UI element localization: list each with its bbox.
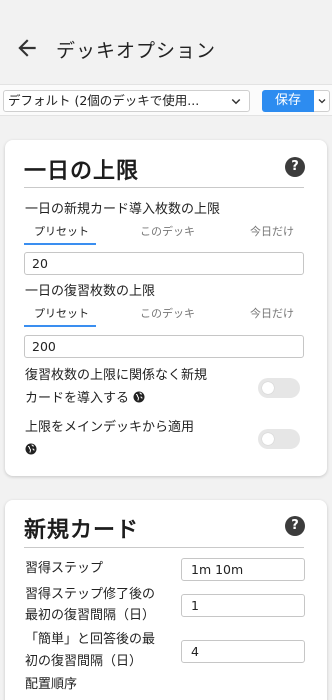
apply-from-top-label: 上限をメインデッキから適用: [25, 420, 195, 435]
globe-icon: [25, 443, 37, 455]
arrow-left-icon[interactable]: [14, 35, 40, 61]
preset-select[interactable]: デフォルト (2個のデッキで使用...: [3, 90, 250, 112]
apply-from-top-globe: [25, 442, 37, 460]
apply-from-top-toggle[interactable]: [258, 429, 300, 449]
tab-this-deck[interactable]: このデッキ: [140, 305, 195, 321]
save-button[interactable]: 保存: [262, 90, 314, 112]
easy-interval-input[interactable]: 4: [181, 640, 305, 663]
new-cards-card: 新規カード ? 習得ステップ 1m 10m 習得ステップ修了後の 最初の復習間隔…: [5, 500, 327, 700]
tab-preset[interactable]: プリセット: [34, 223, 89, 239]
daily-limits-title: 一日の上限: [24, 159, 140, 184]
tab-this-deck[interactable]: このデッキ: [140, 223, 195, 239]
preset-toolbar: デフォルト (2個のデッキで使用... 保存: [0, 84, 332, 116]
save-options-dropdown[interactable]: [314, 90, 330, 112]
toggle-knob: [262, 382, 274, 394]
toggle-knob: [262, 433, 274, 445]
help-icon[interactable]: ?: [285, 157, 305, 177]
save-button-group: 保存: [262, 90, 330, 112]
daily-limits-card: 一日の上限 ? 一日の新規カード導入枚数の上限 プリセット このデッキ 今日だけ…: [5, 140, 327, 476]
new-ignore-review-label-line2: カードを導入する: [25, 390, 145, 408]
chevron-down-icon: [231, 98, 241, 105]
easy-interval-label-line2: 初の復習間隔（日）: [25, 654, 143, 669]
tab-today-only[interactable]: 今日だけ: [250, 223, 294, 239]
tab-preset[interactable]: プリセット: [34, 305, 89, 321]
learning-steps-input[interactable]: 1m 10m: [181, 558, 305, 581]
graduating-interval-label-line2: 最初の復習間隔（日）: [25, 608, 156, 623]
app-bar: デッキオプション: [0, 0, 332, 84]
preset-select-value: デフォルト (2個のデッキで使用...: [8, 93, 200, 108]
active-tab-indicator: [24, 243, 96, 245]
graduating-interval-label-line1: 習得ステップ修了後の: [25, 587, 156, 602]
learning-steps-label: 習得ステップ: [25, 561, 104, 576]
graduating-interval-input[interactable]: 1: [181, 594, 305, 617]
review-limit-label: 一日の復習枚数の上限: [25, 284, 156, 299]
review-limit-tabs: プリセット このデッキ 今日だけ: [24, 305, 304, 327]
tab-today-only[interactable]: 今日だけ: [250, 305, 294, 321]
page-title: デッキオプション: [56, 40, 217, 62]
new-limit-tabs: プリセット このデッキ 今日だけ: [24, 223, 304, 245]
help-icon[interactable]: ?: [285, 516, 305, 536]
divider: [24, 187, 304, 188]
new-ignore-review-label-text: カードを導入する: [25, 391, 130, 406]
review-limit-input[interactable]: 200: [24, 335, 304, 358]
new-ignore-review-label-line1: 復習枚数の上限に関係なく新規: [25, 368, 208, 383]
new-cards-limit-label: 一日の新規カード導入枚数の上限: [25, 202, 221, 217]
new-cards-limit-input[interactable]: 20: [24, 252, 304, 275]
divider: [24, 547, 304, 548]
active-tab-indicator: [24, 325, 96, 327]
easy-interval-label-line1: 「簡単」と回答後の最: [25, 632, 156, 647]
globe-icon: [133, 391, 145, 403]
chevron-down-icon: [318, 99, 326, 104]
new-ignore-review-toggle[interactable]: [258, 378, 300, 398]
insertion-order-label: 配置順序: [25, 677, 78, 692]
new-cards-title: 新規カード: [24, 518, 140, 543]
